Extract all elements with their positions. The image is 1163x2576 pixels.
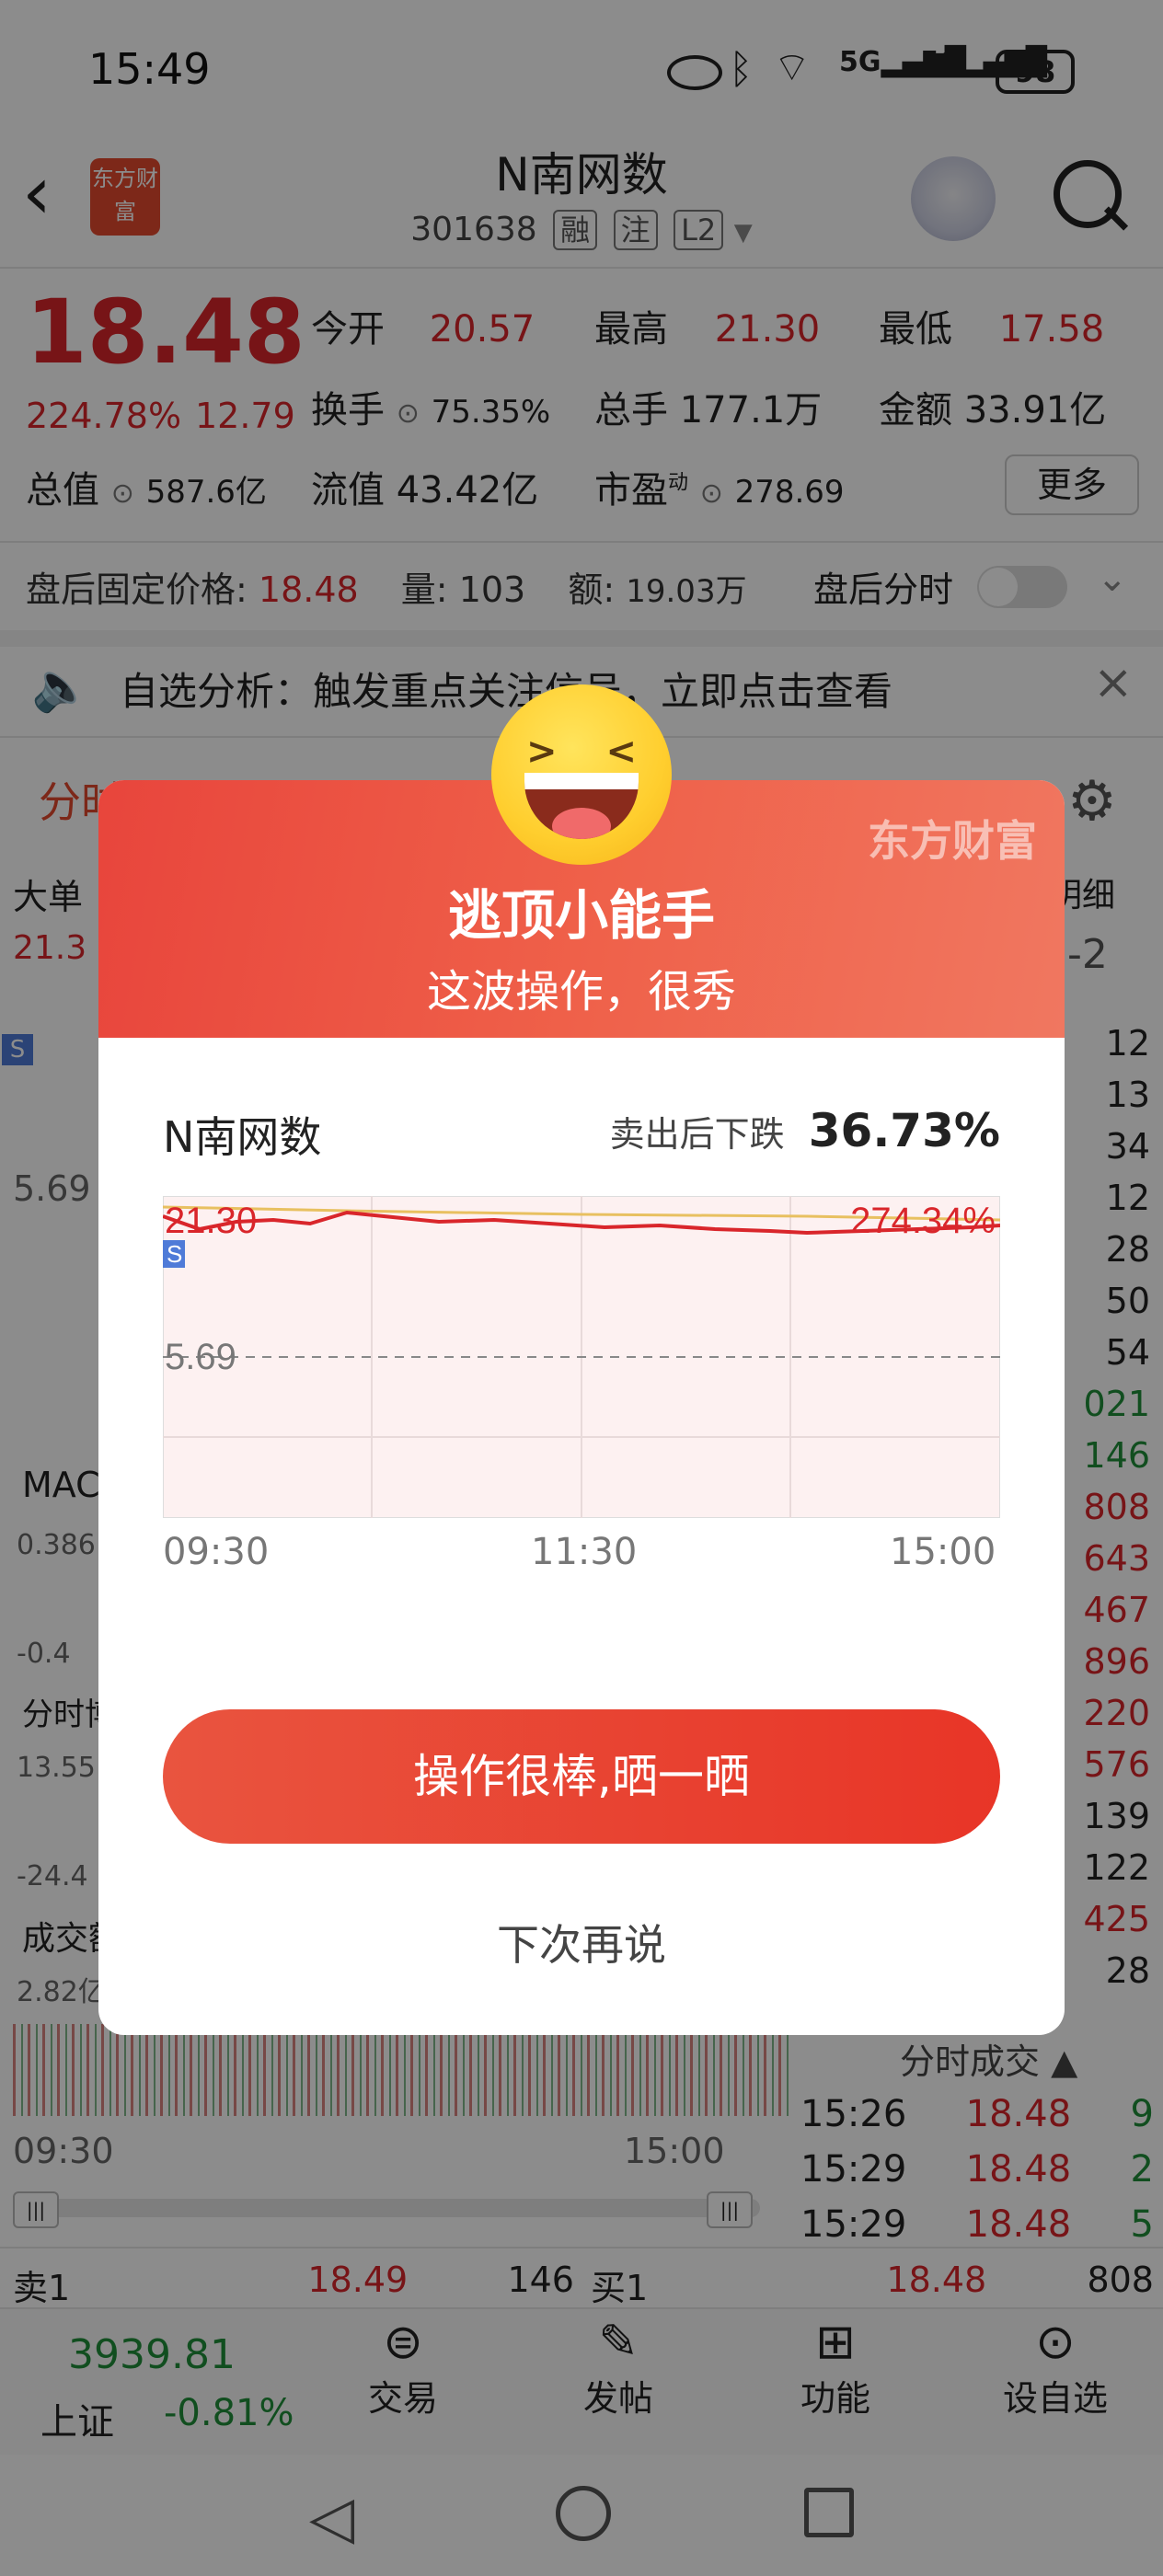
s-marker: S (167, 1240, 182, 1268)
share-button[interactable]: 操作很棒,晒一晒 (163, 1709, 1000, 1844)
emoji-mouth (524, 773, 639, 839)
emoji-eye-right: < (605, 730, 637, 773)
modal-drop-row: 卖出后下跌 36.73% (610, 1104, 1000, 1157)
drop-pct: 36.73% (808, 1104, 1000, 1157)
modal-subtitle: 这波操作，很秀 (426, 966, 736, 1018)
modal-stock-name: N南网数 (163, 1112, 322, 1162)
emoji-eye-left: > (526, 730, 558, 773)
chart-time-end: 15:00 (890, 1531, 996, 1573)
modal-chart: S 21.30 274.34% 5.69 (163, 1196, 1000, 1518)
laughing-emoji-icon: > < (491, 684, 672, 865)
modal-title: 逃顶小能手 (447, 884, 715, 947)
drop-label: 卖出后下跌 (609, 1114, 785, 1155)
dismiss-button[interactable]: 下次再说 (98, 1912, 1065, 1972)
chart-time-mid: 11:30 (531, 1531, 638, 1573)
chart-pct-label: 274.34% (850, 1201, 996, 1241)
chart-top-label: 21.30 (165, 1201, 257, 1241)
modal-brand: 东方财富 (868, 816, 1037, 866)
achievement-modal: 东方财富 逃顶小能手 这波操作，很秀 N南网数 卖出后下跌 36.73% S 2… (98, 780, 1065, 2035)
chart-mid-label: 5.69 (165, 1337, 236, 1377)
chart-time-start: 09:30 (163, 1531, 270, 1573)
